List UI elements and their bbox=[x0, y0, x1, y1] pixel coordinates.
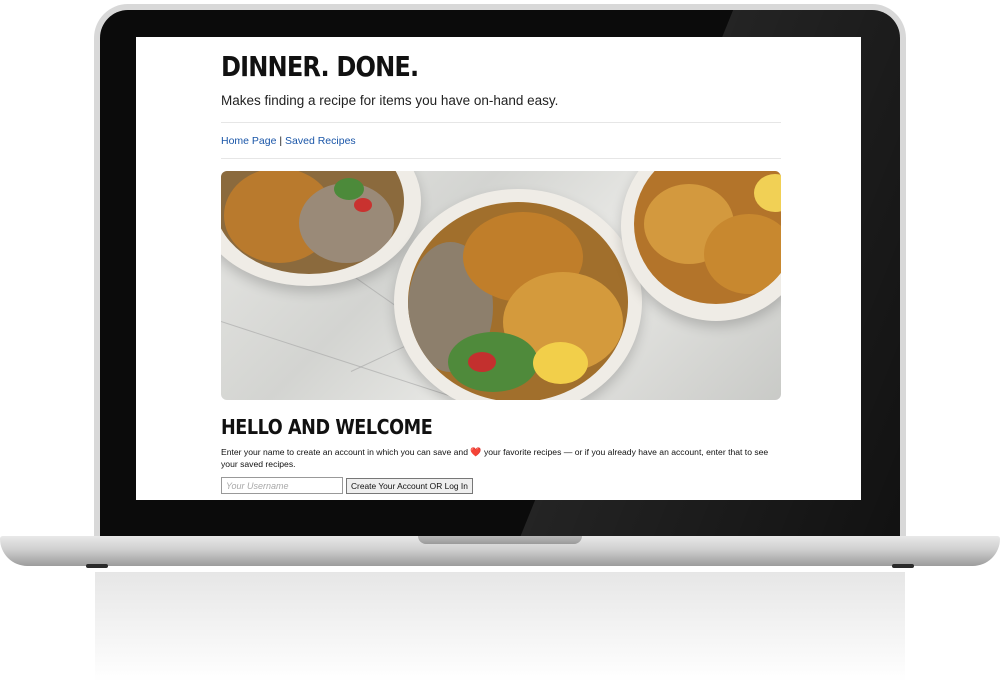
hero-food-image bbox=[221, 171, 781, 400]
nav-separator: | bbox=[279, 135, 283, 147]
nav-divider bbox=[221, 158, 781, 159]
left-bowl bbox=[221, 171, 421, 286]
intro-text-before: Enter your name to create an account in … bbox=[221, 447, 468, 457]
laptop-notch bbox=[418, 536, 582, 544]
username-input[interactable] bbox=[221, 477, 343, 494]
header-divider bbox=[221, 122, 781, 123]
right-bowl bbox=[621, 171, 781, 321]
center-bowl bbox=[394, 189, 642, 400]
login-form: Create Your Account OR Log In bbox=[221, 477, 781, 494]
laptop-reflection bbox=[95, 572, 905, 682]
web-page: DINNER. DONE. Makes finding a recipe for… bbox=[221, 37, 781, 494]
site-tagline: Makes finding a recipe for items you hav… bbox=[221, 93, 559, 108]
laptop-foot-left bbox=[86, 564, 108, 568]
create-account-login-button[interactable]: Create Your Account OR Log In bbox=[346, 477, 473, 494]
laptop-screen: DINNER. DONE. Makes finding a recipe for… bbox=[136, 37, 861, 500]
laptop-foot-right bbox=[892, 564, 914, 568]
welcome-intro: Enter your name to create an account in … bbox=[221, 446, 781, 470]
nav-link-home[interactable]: Home Page bbox=[221, 135, 276, 147]
welcome-heading: HELLO AND WELCOME bbox=[221, 415, 433, 439]
heart-icon: ❤️ bbox=[470, 447, 482, 457]
main-nav: Home Page | Saved Recipes bbox=[221, 134, 781, 148]
site-title: DINNER. DONE. bbox=[221, 50, 419, 83]
nav-link-saved-recipes[interactable]: Saved Recipes bbox=[285, 135, 356, 147]
